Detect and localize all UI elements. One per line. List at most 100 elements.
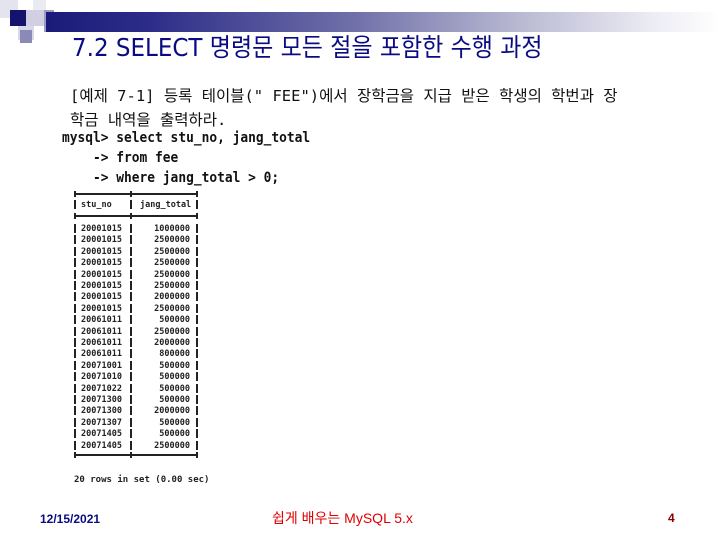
- table-column-divider: [74, 281, 76, 290]
- cell-jang-total: 500000: [159, 372, 190, 383]
- table-column-divider: [74, 258, 76, 268]
- table-column-divider: [196, 349, 198, 359]
- cell-stu-no: 20071001: [81, 360, 122, 371]
- column-header-jang-total: jang_total: [140, 200, 192, 210]
- table-column-divider: [130, 246, 132, 256]
- cell-stu-no: 20061011: [81, 326, 122, 337]
- table-border-joint: [196, 191, 198, 197]
- table-column-divider: [196, 383, 198, 393]
- cell-jang-total: 2000000: [154, 406, 190, 417]
- table-column-divider: [130, 360, 132, 370]
- table-column-divider: [74, 224, 76, 233]
- table-column-divider: [130, 395, 132, 404]
- code-line-2: -> from fee: [62, 150, 179, 166]
- cell-stu-no: 20061011: [81, 338, 122, 348]
- cell-jang-total: 2500000: [154, 235, 190, 246]
- cell-jang-total: 2000000: [154, 338, 190, 348]
- table-border-joint: [74, 452, 76, 458]
- page-number: 4: [668, 511, 675, 525]
- cell-stu-no: 20001015: [81, 281, 122, 291]
- table-column-divider: [74, 269, 76, 279]
- table-column-divider: [74, 440, 76, 450]
- table-column-divider: [196, 338, 198, 347]
- description-line-1: [예제 7-1] 등록 테이블(" FEE")에서 장학금을 지급 받은 학생의…: [70, 87, 618, 105]
- table-border-joint: [74, 191, 76, 197]
- cell-jang-total: 500000: [159, 395, 190, 405]
- cell-stu-no: 20001015: [81, 224, 122, 234]
- table-column-divider: [196, 326, 198, 336]
- table-column-divider: [130, 303, 132, 313]
- cell-stu-no: 20001015: [81, 246, 122, 257]
- table-column-divider: [196, 235, 198, 245]
- cell-stu-no: 20001015: [81, 269, 122, 280]
- cell-jang-total: 2000000: [154, 292, 190, 303]
- cell-jang-total: 2500000: [154, 258, 190, 269]
- cell-stu-no: 20071300: [81, 406, 122, 417]
- table-border-header: [74, 215, 198, 217]
- table-border-joint: [130, 213, 132, 219]
- table-column-divider: [130, 349, 132, 359]
- table-border-joint: [130, 452, 132, 458]
- cell-stu-no: 20001015: [81, 292, 122, 303]
- cell-jang-total: 2500000: [154, 281, 190, 291]
- decor-square: [33, 0, 46, 10]
- table-column-divider: [74, 200, 76, 209]
- table-column-divider: [74, 326, 76, 336]
- table-column-divider: [130, 326, 132, 336]
- cell-stu-no: 20001015: [81, 235, 122, 246]
- table-column-divider: [130, 235, 132, 245]
- cell-stu-no: 20071010: [81, 372, 122, 383]
- table-column-divider: [196, 360, 198, 370]
- table-column-divider: [196, 292, 198, 302]
- cell-stu-no: 20061011: [81, 315, 122, 326]
- table-column-divider: [130, 406, 132, 416]
- table-border-top: [74, 193, 198, 195]
- table-column-divider: [196, 429, 198, 439]
- cell-stu-no: 20001015: [81, 303, 122, 314]
- table-column-divider: [196, 281, 198, 290]
- table-column-divider: [74, 395, 76, 404]
- cell-jang-total: 500000: [159, 429, 190, 440]
- cell-stu-no: 20071300: [81, 395, 122, 405]
- table-column-divider: [74, 383, 76, 393]
- cell-stu-no: 20071022: [81, 383, 122, 394]
- table-column-divider: [196, 200, 198, 209]
- cell-stu-no: 20071405: [81, 440, 122, 451]
- cell-stu-no: 20071405: [81, 429, 122, 440]
- cell-jang-total: 800000: [159, 349, 190, 360]
- table-column-divider: [74, 303, 76, 313]
- table-column-divider: [74, 360, 76, 370]
- cell-jang-total: 2500000: [154, 440, 190, 451]
- cell-jang-total: 500000: [159, 360, 190, 371]
- table-border-joint: [196, 213, 198, 219]
- cell-jang-total: 2500000: [154, 326, 190, 337]
- cell-stu-no: 20001015: [81, 258, 122, 269]
- table-column-divider: [196, 406, 198, 416]
- table-border-joint: [74, 213, 76, 219]
- table-column-divider: [196, 315, 198, 325]
- table-column-divider: [130, 281, 132, 290]
- cell-jang-total: 500000: [159, 417, 190, 428]
- cell-jang-total: 1000000: [154, 224, 190, 234]
- cell-jang-total: 2500000: [154, 246, 190, 257]
- table-column-divider: [196, 417, 198, 427]
- cell-jang-total: 2500000: [154, 269, 190, 280]
- code-line-1: mysql> select stu_no, jang_total: [62, 130, 311, 146]
- table-column-divider: [130, 315, 132, 325]
- table-column-divider: [74, 338, 76, 347]
- table-column-divider: [130, 200, 132, 209]
- table-column-divider: [130, 440, 132, 450]
- table-column-divider: [74, 315, 76, 325]
- table-column-divider: [130, 292, 132, 302]
- table-column-divider: [196, 224, 198, 233]
- table-border-joint: [196, 452, 198, 458]
- table-column-divider: [74, 292, 76, 302]
- table-column-divider: [130, 372, 132, 382]
- table-column-divider: [196, 395, 198, 404]
- table-column-divider: [130, 258, 132, 268]
- decor-square: [20, 30, 32, 43]
- table-column-divider: [196, 440, 198, 450]
- cell-jang-total: 2500000: [154, 303, 190, 314]
- table-column-divider: [130, 224, 132, 233]
- table-column-divider: [196, 303, 198, 313]
